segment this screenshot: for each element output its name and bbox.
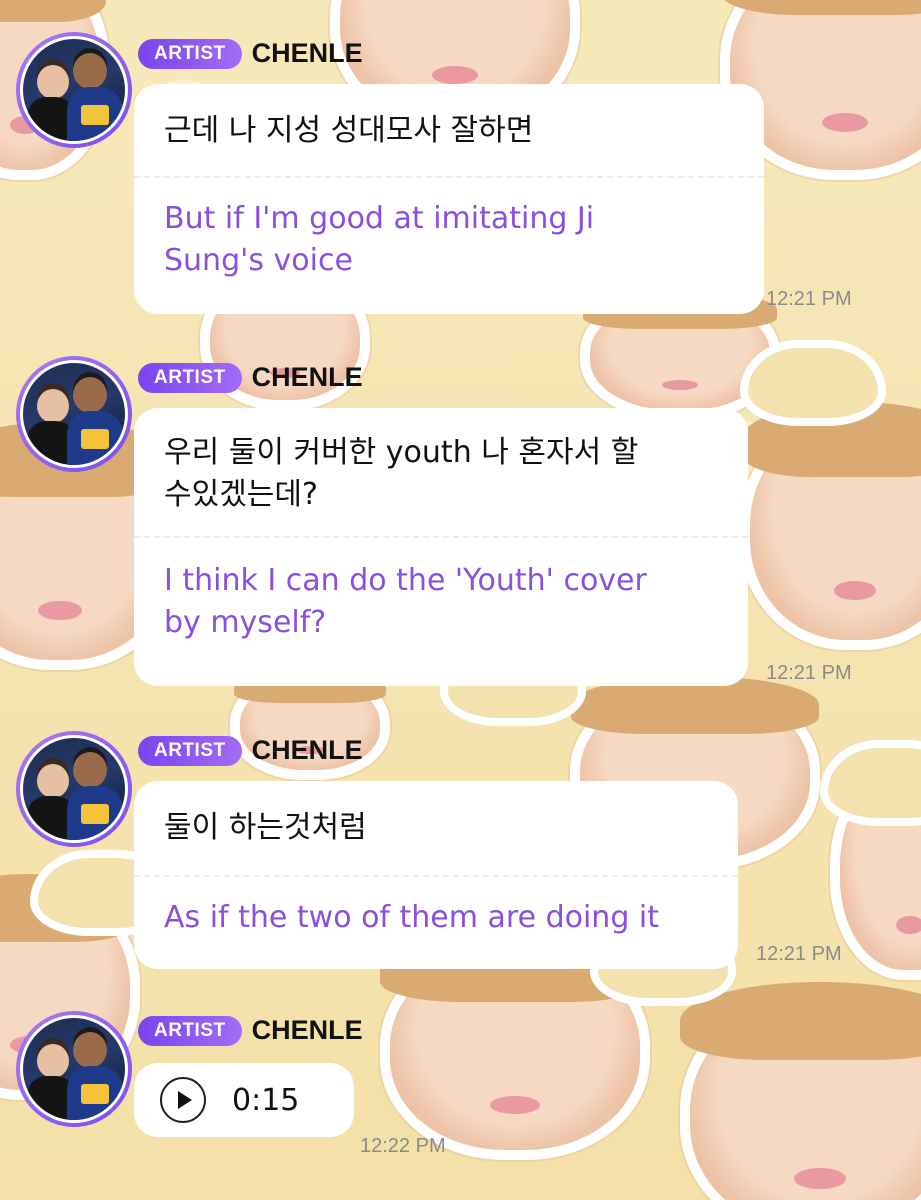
translated-text-line: I think I can do the 'Youth' cover [164, 563, 647, 598]
avatar-photo [20, 360, 128, 468]
translated-text: I think I can do the 'Youth' cover by my… [134, 538, 748, 644]
message-header: ARTIST CHENLE [138, 735, 363, 766]
message-header: ARTIST CHENLE [138, 362, 363, 393]
audio-duration: 0:15 [232, 1082, 300, 1118]
artist-badge: ARTIST [138, 1015, 242, 1046]
sender-name[interactable]: CHENLE [252, 362, 363, 393]
background-bow-sticker [820, 740, 921, 826]
message-bubble[interactable]: 우리 둘이 커버한 youth 나 혼자서 할 수있겠는데? I think I… [134, 408, 748, 686]
message-timestamp: 12:22 PM [360, 1135, 446, 1157]
message-timestamp: 12:21 PM [766, 662, 852, 684]
avatar-photo [20, 36, 128, 144]
sender-name[interactable]: CHENLE [252, 38, 363, 69]
message-header: ARTIST CHENLE [138, 1015, 363, 1046]
original-text: 우리 둘이 커버한 youth 나 혼자서 할 수있겠는데? [134, 408, 748, 536]
message-timestamp: 12:21 PM [766, 288, 852, 310]
translated-text-line: Sung's voice [164, 243, 353, 278]
message-bubble[interactable]: 근데 나 지성 성대모사 잘하면 But if I'm good at imit… [134, 84, 764, 314]
translated-text: As if the two of them are doing it [164, 900, 659, 935]
original-text-line: 우리 둘이 커버한 youth 나 혼자서 할 [164, 435, 639, 470]
play-icon[interactable] [160, 1077, 206, 1123]
voice-message-bubble[interactable]: 0:15 [134, 1063, 354, 1137]
background-bow-sticker [740, 340, 886, 426]
artist-badge: ARTIST [138, 735, 242, 766]
avatar[interactable] [16, 731, 132, 847]
avatar[interactable] [16, 1011, 132, 1127]
artist-badge: ARTIST [138, 362, 242, 393]
original-text-line: 수있겠는데? [164, 477, 318, 512]
background-face-sticker [679, 981, 921, 1200]
avatar[interactable] [16, 356, 132, 472]
message-timestamp: 12:21 PM [756, 943, 842, 965]
translated-text-line: by myself? [164, 605, 327, 640]
avatar[interactable] [16, 32, 132, 148]
background-face-sticker [740, 402, 921, 650]
sender-name[interactable]: CHENLE [252, 1015, 363, 1046]
translated-text: But if I'm good at imitating Ji Sung's v… [134, 178, 764, 282]
avatar-photo [20, 1015, 128, 1123]
avatar-photo [20, 735, 128, 843]
sender-name[interactable]: CHENLE [252, 735, 363, 766]
artist-badge: ARTIST [138, 38, 242, 69]
translated-text-line: But if I'm good at imitating Ji [164, 201, 595, 236]
message-header: ARTIST CHENLE [138, 38, 363, 69]
message-bubble[interactable]: 둘이 하는것처럼 As if the two of them are doing… [134, 781, 738, 969]
original-text: 둘이 하는것처럼 [164, 810, 367, 845]
original-text: 근데 나 지성 성대모사 잘하면 [164, 113, 534, 148]
